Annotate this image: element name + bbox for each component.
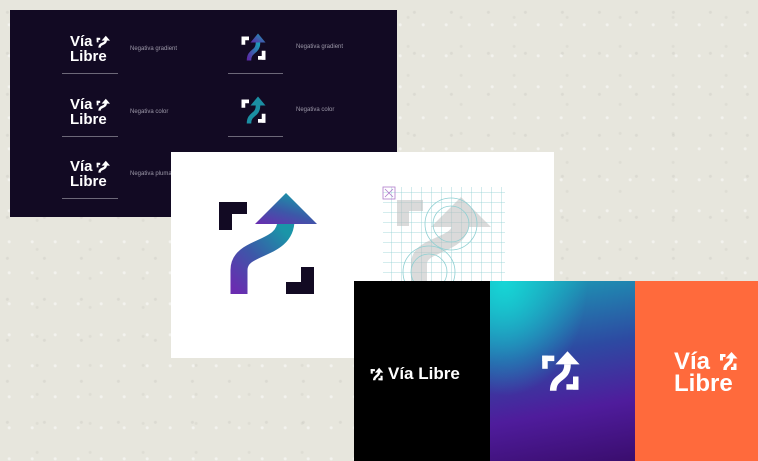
variation-caption: Negativa pluma — [130, 171, 172, 177]
divider — [62, 136, 118, 137]
variation-caption: Negativa gradient — [130, 46, 178, 52]
wordmark-line2: Libre — [674, 370, 733, 397]
variation-caption: Negativa gradient — [296, 44, 344, 50]
divider — [228, 136, 283, 137]
variation-caption: Negativa color — [130, 109, 169, 115]
variation-symbol-color: Negativa color — [240, 95, 334, 125]
divider — [62, 198, 118, 199]
wordmark-on-orange: Vía Libre — [635, 281, 758, 461]
variation-wordmark-pluma: Vía Libre Negativa pluma — [70, 159, 172, 189]
via-libre-arrow-icon — [542, 351, 580, 392]
via-libre-arrow-icon — [241, 33, 266, 61]
inline-lockup: Vía Libre — [370, 364, 460, 384]
variation-symbol-gradient: Negativa gradient — [240, 32, 343, 62]
variation-wordmark-gradient: Vía Libre Negativa gradient — [70, 34, 177, 64]
via-libre-arrow-icon — [720, 352, 738, 371]
divider — [62, 73, 118, 74]
variation-caption: Negativa color — [296, 107, 335, 113]
wordmark-line2: Libre — [70, 48, 107, 65]
via-libre-arrow-icon — [96, 98, 110, 111]
wordmark-line2: Libre — [70, 111, 107, 128]
wordmark-on-black: Vía Libre — [354, 281, 490, 461]
via-libre-arrow-icon — [96, 160, 110, 173]
via-libre-arrow-icon — [96, 35, 110, 48]
via-libre-arrow-icon — [370, 367, 384, 381]
variation-wordmark-color: Vía Libre Negativa color — [70, 97, 168, 127]
symbol-on-gradient — [490, 281, 635, 461]
wordmark: Vía Libre — [388, 364, 460, 383]
via-libre-arrow-icon — [241, 96, 266, 124]
divider — [228, 73, 283, 74]
wordmark-line2: Libre — [70, 173, 107, 190]
